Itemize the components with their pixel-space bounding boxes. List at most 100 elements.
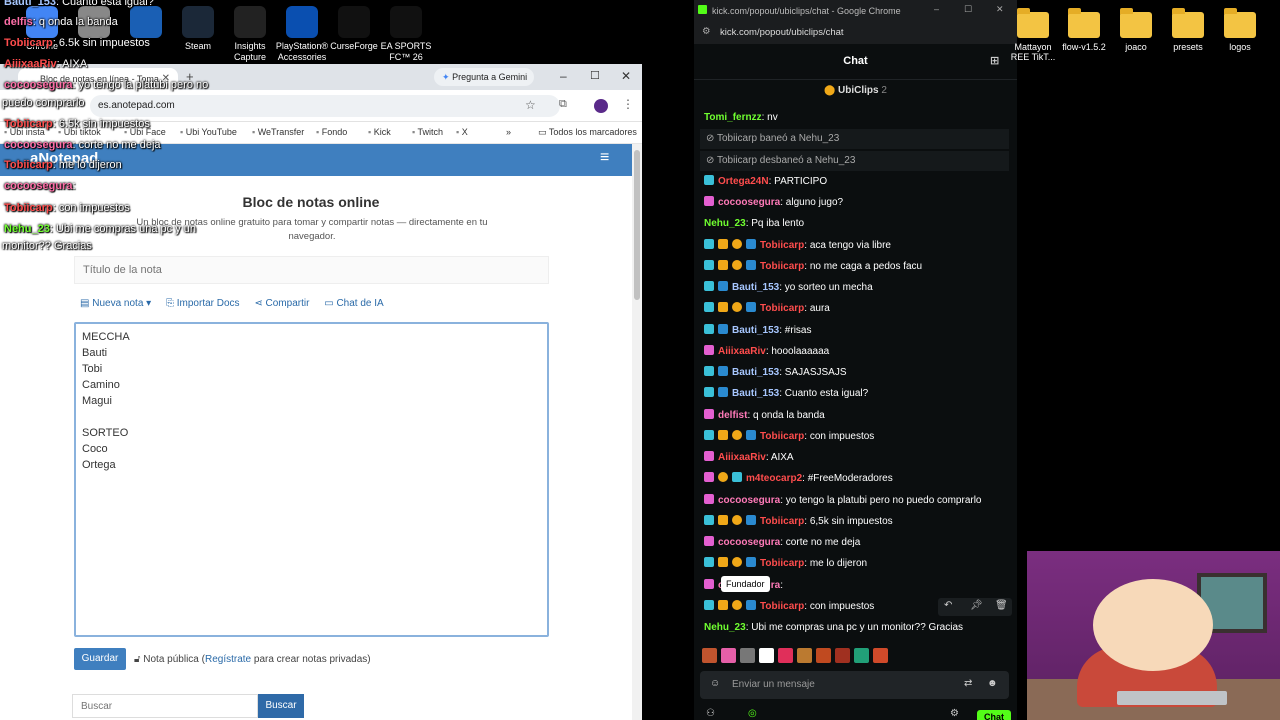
moderator-badge-icon[interactable] [704, 599, 714, 610]
chat-username[interactable]: Bauti_153 [732, 282, 779, 293]
chat-message[interactable]: Bauti_153: SAJASJSAJS [704, 363, 1009, 383]
moderator-badge-icon[interactable] [732, 472, 742, 483]
chat-message[interactable]: Nehu_23: Pq iba lento [704, 214, 1009, 234]
subscriber-badge-icon[interactable] [732, 259, 742, 270]
emote-icon[interactable] [759, 648, 774, 663]
moderator-badge-icon[interactable] [704, 514, 714, 525]
chat-username[interactable]: Tobiicarp [760, 240, 804, 251]
chat-username[interactable]: Tobiicarp [760, 601, 804, 612]
vip-badge-icon[interactable] [746, 429, 756, 440]
moderator-badge-icon[interactable] [704, 366, 714, 376]
site-settings-icon[interactable]: ⚙ [702, 26, 711, 37]
og-badge-icon[interactable] [704, 344, 714, 355]
ai-chat-button[interactable]: ▭ Chat de IA [324, 298, 384, 309]
delete-icon[interactable]: 🗑︎ [995, 600, 1008, 611]
crown-badge-icon[interactable] [718, 259, 728, 270]
subscriber-badge-icon[interactable] [732, 302, 742, 313]
chat-username[interactable]: Tobiicarp [760, 431, 804, 442]
all-bookmarks[interactable]: ▭ Todos los marcadores [538, 127, 637, 138]
vip-badge-icon[interactable] [746, 302, 756, 313]
chat-message[interactable]: Tobiicarp: 6,5k sin impuestos [704, 512, 1009, 532]
maximize-icon[interactable]: ☐ [590, 69, 600, 82]
emote-icon[interactable] [816, 648, 831, 663]
new-note-button[interactable]: ▤ Nueva nota ▾ [80, 298, 151, 309]
chat-username[interactable]: Bauti_153 [732, 325, 779, 336]
page-scrollbar[interactable] [632, 144, 642, 720]
chat-message[interactable]: Tobiicarp: aura [704, 299, 1009, 319]
emoji-icon[interactable]: ☻ [987, 678, 998, 689]
subscriber-badge-icon[interactable] [732, 557, 742, 568]
og-badge-icon[interactable] [704, 408, 714, 419]
chat-username[interactable]: Tobiicarp [760, 516, 804, 527]
desktop-icon[interactable]: CurseForge [326, 6, 382, 52]
vip-badge-icon[interactable] [746, 238, 756, 249]
scrollbar-thumb[interactable] [634, 150, 640, 300]
chat-input[interactable]: ☺ Enviar un mensaje ⇄ ☻ [700, 671, 1009, 699]
moderator-badge-icon[interactable] [704, 557, 714, 568]
users-icon[interactable]: ⚇ [706, 708, 715, 719]
chat-username[interactable]: Tobiicarp [760, 303, 804, 314]
vip-badge-icon[interactable] [746, 599, 756, 610]
chat-message[interactable]: Bauti_153: Cuanto esta igual? [704, 384, 1009, 404]
gemini-button[interactable]: ✦ Pregunta a Gemini [434, 68, 534, 86]
vip-badge-icon[interactable] [718, 323, 728, 334]
chat-message[interactable]: cocoosegura: corte no me deja [704, 533, 1009, 553]
desktop-folder[interactable]: logos [1214, 8, 1266, 52]
vip-badge-icon[interactable] [746, 259, 756, 270]
og-badge-icon[interactable] [704, 451, 714, 461]
chat-username[interactable]: cocoosegura [718, 197, 780, 208]
desktop-folder[interactable]: presets [1162, 8, 1214, 52]
chat-username[interactable]: Tobiicarp [760, 261, 804, 272]
desktop-icon[interactable] [118, 6, 174, 41]
crown-badge-icon[interactable] [718, 238, 728, 249]
chat-username[interactable]: Bauti_153 [732, 388, 779, 399]
vip-badge-icon[interactable] [718, 366, 728, 376]
url-field[interactable]: es.anotepad.com [90, 95, 560, 117]
register-link[interactable]: Regístrate [205, 654, 251, 665]
chat-username[interactable]: m4teocarp2 [746, 473, 802, 484]
chat-username[interactable]: Tomi_fernzz [704, 112, 762, 123]
vip-badge-icon[interactable] [746, 514, 756, 525]
bookmark-item[interactable]: ▪ Kick [368, 127, 391, 137]
moderator-badge-icon[interactable] [704, 238, 714, 249]
og-badge-icon[interactable] [704, 536, 714, 546]
emote-icon[interactable] [740, 648, 755, 663]
share-button[interactable]: ⋖ Compartir [254, 298, 309, 309]
pinned-bar[interactable]: ⬤ UbiClips 2 [694, 80, 1017, 102]
chat-username[interactable]: AiiixaaRiv [718, 346, 766, 357]
minimize-icon[interactable]: – [560, 69, 567, 83]
moderator-badge-icon[interactable] [704, 281, 714, 291]
desktop-folder[interactable]: flow-v1.5.2 [1058, 8, 1110, 52]
crown-badge-icon[interactable] [718, 514, 728, 525]
desktop-icon[interactable]: Insights Capture [222, 6, 278, 63]
save-button[interactable]: Guardar [74, 648, 126, 670]
chat-username[interactable]: cocoosegura [718, 495, 780, 506]
emote-picker-icon[interactable]: ☺ [710, 678, 720, 689]
crown-badge-icon[interactable] [718, 429, 728, 440]
og-badge-icon[interactable] [704, 493, 714, 504]
emote-icon[interactable] [797, 648, 812, 663]
emote-icon[interactable] [873, 648, 888, 663]
bookmark-item[interactable]: ▪ WeTransfer [252, 127, 304, 137]
chat-username[interactable]: Nehu_23 [704, 622, 746, 633]
moderator-badge-icon[interactable] [704, 323, 714, 334]
chat-username[interactable]: Ortega24N [718, 176, 769, 187]
search-button[interactable]: Buscar [258, 694, 304, 718]
chat-username[interactable]: Tobiicarp [760, 558, 804, 569]
desktop-icon[interactable]: EA SPORTS FC™ 26 [378, 6, 434, 63]
vip-badge-icon[interactable] [718, 281, 728, 291]
subscriber-badge-icon[interactable] [732, 599, 742, 610]
emote-icon[interactable] [778, 648, 793, 663]
chat-message[interactable]: Nehu_23: Ubi me compras una pc y un moni… [704, 618, 1009, 638]
chat-message[interactable]: Ortega24N: PARTICIPO [704, 172, 1009, 192]
emote-icon[interactable] [702, 648, 717, 663]
hamburger-menu-icon[interactable]: ≡ [600, 149, 609, 167]
bookmark-item[interactable]: ▪ Fondo [316, 127, 347, 137]
close-window-icon[interactable]: ✕ [621, 69, 631, 83]
og-badge-icon[interactable] [704, 578, 714, 589]
bookmark-item[interactable]: ▪ Ubi YouTube [180, 127, 237, 137]
og-badge-icon[interactable] [704, 472, 714, 483]
chat-username[interactable]: AiiixaaRiv [718, 452, 766, 463]
chat-message[interactable]: AiiixaaRiv: AIXA [704, 448, 1009, 468]
kick-points-icon[interactable]: ◎ [748, 708, 757, 719]
